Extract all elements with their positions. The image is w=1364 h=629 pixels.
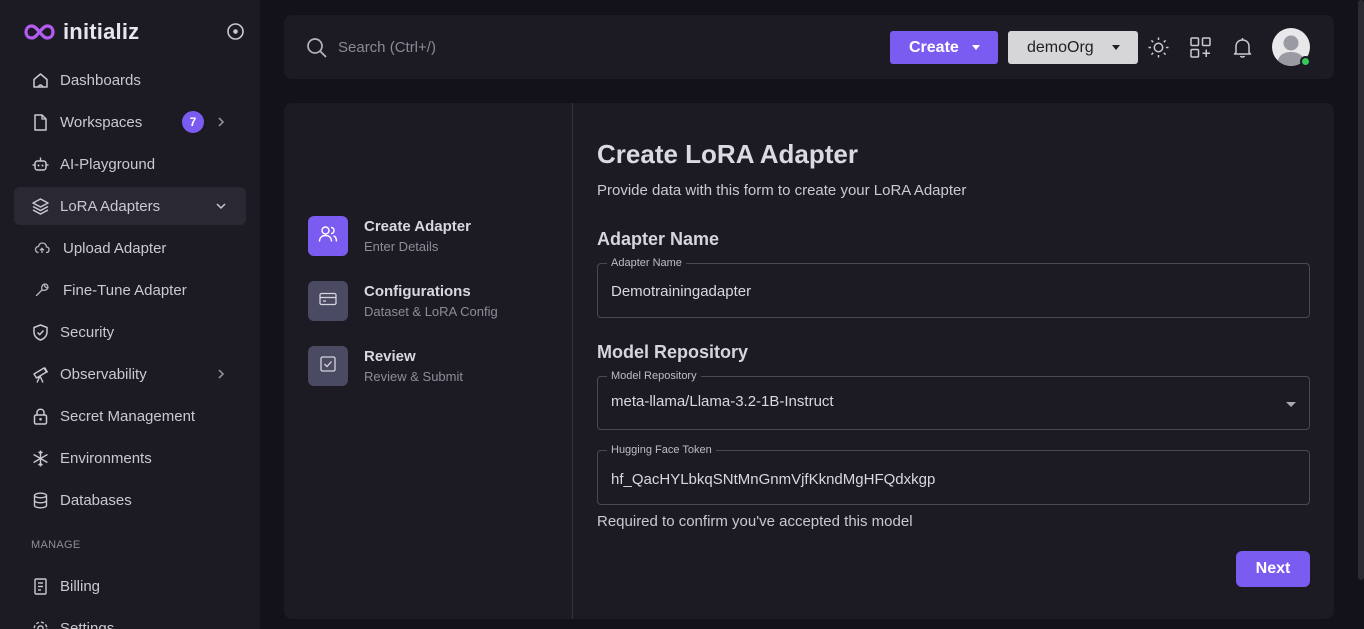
step-subtitle: Enter Details	[364, 239, 439, 254]
step-create-adapter[interactable]: Create Adapter Enter Details	[308, 216, 558, 258]
sidebar-item-dashboards[interactable]: Dashboards	[14, 61, 246, 99]
step-title: Create Adapter	[364, 218, 471, 235]
adapter-name-field[interactable]: Adapter Name	[597, 256, 1310, 318]
step-configurations[interactable]: Configurations Dataset & LoRA Config	[308, 281, 558, 323]
infinity-logo-icon	[24, 18, 55, 46]
adapter-name-input[interactable]	[611, 280, 1271, 302]
step-title: Configurations	[364, 283, 471, 300]
sidebar-item-label: AI-Playground	[60, 155, 156, 173]
stepper-divider	[572, 103, 573, 619]
receipt-icon	[31, 577, 50, 596]
step-icon-box	[308, 346, 348, 386]
step-title: Review	[364, 348, 416, 365]
sidebar-item-label: Databases	[60, 491, 132, 509]
sidebar-item-label: Dashboards	[60, 71, 141, 89]
caret-down-icon	[1112, 45, 1120, 50]
sidebar-item-upload-adapter[interactable]: Upload Adapter	[14, 229, 246, 267]
step-subtitle: Dataset & LoRA Config	[364, 304, 498, 319]
sidebar-item-label: Environments	[60, 449, 152, 467]
sidebar-item-workspaces[interactable]: Workspaces 7	[14, 103, 246, 141]
organization-selector[interactable]: demoOrg	[1008, 31, 1138, 64]
sidebar-item-billing[interactable]: Billing	[14, 567, 246, 605]
credit-card-icon	[318, 289, 338, 314]
step-icon-box	[308, 216, 348, 256]
organization-name: demoOrg	[1027, 38, 1094, 56]
sidebar-item-lora-adapters[interactable]: LoRA Adapters	[14, 187, 246, 225]
step-review[interactable]: Review Review & Submit	[308, 346, 558, 388]
sidebar-item-label: Workspaces	[60, 113, 143, 131]
sidebar-item-label: Fine-Tune Adapter	[63, 281, 187, 299]
workspaces-count-badge: 7	[182, 111, 204, 133]
search-input[interactable]	[338, 35, 638, 59]
sidebar-item-databases[interactable]: Databases	[14, 481, 246, 519]
sidebar-item-security[interactable]: Security	[14, 313, 246, 351]
step-icon-box	[308, 281, 348, 321]
token-helper-text: Required to confirm you've accepted this…	[597, 513, 913, 530]
sidebar-item-label: Upload Adapter	[63, 239, 167, 257]
model-repository-heading: Model Repository	[597, 342, 749, 362]
model-repository-value: meta-llama/Llama-3.2-1B-Instruct	[611, 393, 834, 410]
hugging-face-token-field[interactable]: Hugging Face Token	[597, 443, 1310, 505]
caret-down-icon	[1286, 402, 1296, 407]
sidebar-item-label: Observability	[60, 365, 147, 383]
snowflake-icon	[31, 449, 50, 468]
sidebar-item-label: Settings	[60, 619, 115, 629]
next-button[interactable]: Next	[1236, 551, 1310, 587]
gear-icon	[31, 619, 50, 629]
form-title: Create LoRA Adapter	[597, 139, 859, 169]
brand[interactable]: initializ	[24, 18, 139, 46]
telescope-icon	[31, 365, 50, 384]
step-subtitle: Review & Submit	[364, 369, 463, 384]
chevron-right-icon	[214, 367, 228, 381]
model-repository-select[interactable]: Model Repository meta-llama/Llama-3.2-1B…	[597, 369, 1310, 430]
sidebar-item-secret-management[interactable]: Secret Management	[14, 397, 246, 435]
sidebar-item-label: LoRA Adapters	[60, 197, 161, 215]
sidebar: initializ Dashboards Workspaces 7 AI-Pla…	[0, 0, 260, 629]
create-button[interactable]: Create	[890, 31, 998, 64]
sidebar-item-settings[interactable]: Settings	[14, 609, 246, 629]
wrench-icon	[34, 282, 50, 298]
page-scrollbar[interactable]	[1358, 0, 1364, 580]
sidebar-item-observability[interactable]: Observability	[14, 355, 246, 393]
shield-check-icon	[31, 323, 50, 342]
search-icon	[306, 37, 327, 58]
home-icon	[31, 71, 50, 90]
hugging-face-token-input[interactable]	[611, 468, 1271, 490]
adapter-name-heading: Adapter Name	[597, 229, 720, 249]
form-description: Provide data with this form to create yo…	[597, 182, 967, 199]
sidebar-nav: Dashboards Workspaces 7 AI-Playground Lo…	[14, 61, 246, 629]
layers-icon	[31, 197, 50, 216]
chevron-right-icon	[214, 115, 228, 129]
file-icon	[31, 113, 50, 132]
hugging-face-token-label: Hugging Face Token	[607, 443, 716, 457]
sun-icon[interactable]	[1147, 36, 1170, 59]
bell-icon[interactable]	[1231, 36, 1254, 59]
model-repository-label: Model Repository	[607, 369, 701, 383]
robot-icon	[31, 155, 50, 174]
database-icon	[31, 491, 50, 510]
cloud-upload-icon	[34, 240, 50, 256]
sidebar-item-label: Secret Management	[60, 407, 196, 425]
online-status-dot	[1300, 56, 1311, 67]
top-bar: Create demoOrg	[284, 15, 1334, 79]
users-icon	[317, 223, 339, 250]
sidebar-item-fine-tune-adapter[interactable]: Fine-Tune Adapter	[14, 271, 246, 309]
lock-icon	[31, 407, 50, 426]
checkbox-check-icon	[318, 354, 338, 379]
manage-section-label: MANAGE	[31, 539, 81, 551]
brand-name: initializ	[63, 19, 140, 44]
create-button-label: Create	[909, 38, 959, 56]
apps-grid-add-icon[interactable]	[1189, 36, 1212, 59]
adapter-name-label: Adapter Name	[607, 256, 686, 270]
sidebar-item-label: Security	[60, 323, 115, 341]
create-adapter-card: Create Adapter Enter Details Configurati…	[284, 103, 1334, 619]
sidebar-item-ai-playground[interactable]: AI-Playground	[14, 145, 246, 183]
sidebar-item-environments[interactable]: Environments	[14, 439, 246, 477]
sidebar-item-label: Billing	[60, 577, 101, 595]
caret-down-icon	[972, 45, 980, 50]
collapse-sidebar-icon[interactable]	[226, 22, 245, 41]
chevron-down-icon	[214, 199, 228, 213]
